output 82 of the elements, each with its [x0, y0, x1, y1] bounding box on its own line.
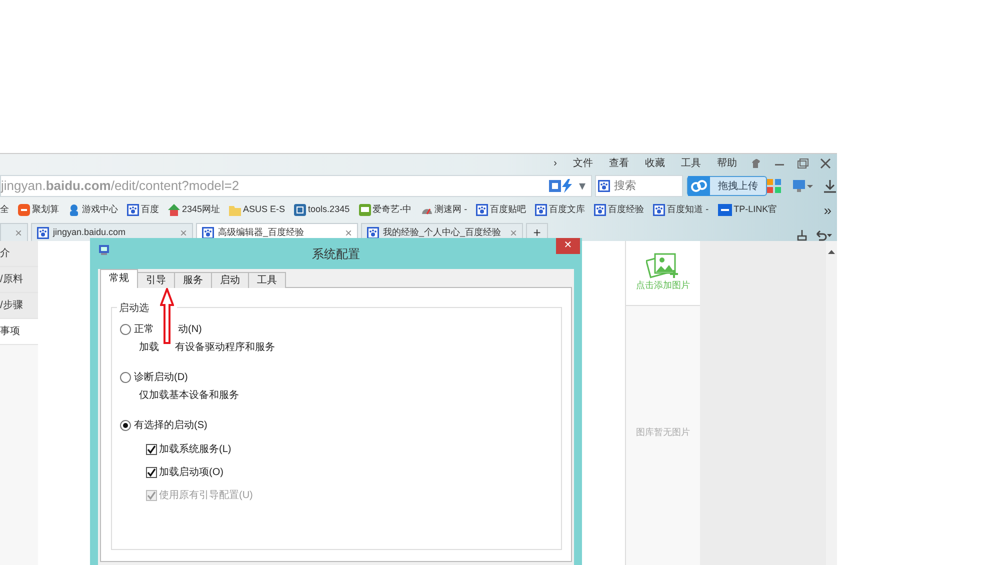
radio-button[interactable]	[120, 324, 131, 334]
radio-label: 正常	[134, 322, 154, 336]
dialog-tab[interactable]: 服务	[174, 272, 212, 288]
upload-button[interactable]: 拖拽上传	[687, 176, 767, 196]
paw-icon	[367, 226, 379, 238]
bookmark-link[interactable]: 百度知道 -	[653, 203, 709, 217]
radio-label: 有选择的启动(S)	[134, 418, 208, 432]
square-icon	[294, 204, 306, 216]
scroll-up-icon[interactable]	[826, 248, 837, 256]
square-icon	[718, 204, 732, 216]
lightning-icon[interactable]	[561, 179, 574, 193]
paw-icon	[653, 204, 666, 216]
address-field[interactable]: jingyan.baidu.com/edit/content?model=2 ▾	[0, 175, 592, 197]
paw-icon	[202, 226, 214, 238]
cloud-icon	[688, 176, 710, 196]
sidebar-item[interactable]: 事项	[0, 319, 38, 345]
sidebar-item[interactable]: 介	[0, 241, 38, 267]
radio-label: 动(N)	[178, 322, 202, 336]
bookmark-link[interactable]: tools.2345	[294, 203, 350, 217]
monitor-icon	[98, 244, 110, 256]
chevron-button[interactable]: ›	[546, 156, 565, 171]
bookmark-link[interactable]: TP-LINK官	[718, 203, 778, 217]
dialog-tab[interactable]: 工具	[248, 272, 286, 288]
menu-item[interactable]: 收藏	[637, 156, 673, 171]
download-icon[interactable]	[823, 179, 837, 193]
radio-button[interactable]	[120, 420, 131, 430]
empty-gallery-text: 图库暂无图片	[635, 426, 691, 439]
close-button[interactable]: ✕	[556, 238, 580, 254]
bookmark-link[interactable]: 游戏中心	[68, 203, 118, 217]
dialog-tab[interactable]: 启动	[211, 272, 249, 288]
paw-icon	[37, 226, 49, 238]
stamp-icon[interactable]	[796, 229, 808, 241]
folder-icon	[229, 204, 242, 216]
radio-button[interactable]	[120, 372, 131, 382]
dropdown-button[interactable]: ▾	[573, 176, 591, 196]
bookmark-link[interactable]: 百度经验	[594, 203, 644, 217]
tv-icon	[358, 204, 371, 216]
scrollbar[interactable]	[826, 241, 837, 565]
sidebar-item[interactable]: /原料	[0, 267, 38, 293]
dialog-tab[interactable]: 常规	[100, 269, 138, 288]
bookmark-link[interactable]: 爱奇艺-中	[358, 203, 412, 217]
checkbox[interactable]	[146, 466, 157, 478]
undo-icon[interactable]	[814, 229, 832, 241]
paw-icon	[535, 204, 548, 216]
paw-icon	[476, 204, 488, 216]
checkbox[interactable]	[146, 444, 157, 454]
image-add-icon	[646, 253, 680, 280]
menu-item[interactable]: 工具	[673, 156, 709, 171]
figure-icon	[68, 204, 80, 216]
option-description: 加载	[139, 340, 159, 355]
bookmark-link[interactable]: 百度贴吧	[476, 203, 526, 217]
checkbox-label: 使用原有引导配置(U)	[159, 488, 253, 502]
search-field[interactable]: 搜索	[595, 175, 683, 197]
close-tab-button[interactable]: ×	[344, 224, 352, 241]
menu-item[interactable]: 文件	[565, 156, 601, 171]
sidebar-item[interactable]: /步骤	[0, 293, 38, 319]
bookmark-link[interactable]: ASUS E-S	[229, 203, 286, 217]
bookmark-link[interactable]: 测速网 -	[420, 203, 468, 217]
bookmark-link[interactable]: 聚划算	[18, 203, 59, 217]
paw-icon	[598, 180, 610, 192]
option-description: 有设备驱动程序和服务	[175, 340, 275, 355]
paw-icon	[127, 204, 139, 216]
house-icon	[168, 204, 180, 216]
checkbox-label: 加载启动项(O)	[159, 466, 224, 480]
bookmark-link[interactable]: 百度文库	[535, 203, 586, 217]
bookmark-link[interactable]: 2345网址	[168, 203, 220, 217]
group-label: 启动选	[119, 302, 149, 316]
check-icon	[147, 468, 156, 476]
dialog-title: 系统配置	[312, 246, 360, 262]
menu-item[interactable]: 帮助	[709, 156, 745, 171]
bookmark-link[interactable]: 百度	[127, 203, 159, 217]
option-description: 仅加载基本设备和服务	[139, 388, 239, 403]
menu-item[interactable]: 查看	[601, 156, 637, 171]
radio-label: 诊断启动(D)	[134, 370, 188, 384]
paw-icon	[594, 204, 606, 216]
dialog-tab[interactable]: 引导	[137, 272, 175, 288]
bookmark-link[interactable]: 全	[0, 203, 9, 217]
check-icon	[147, 444, 156, 454]
monitor-icon[interactable]	[791, 179, 813, 193]
checkbox-label: 加载系统服务(L)	[159, 442, 232, 456]
more-bookmarks-button[interactable]: »	[824, 200, 832, 220]
apps-icon[interactable]	[767, 179, 781, 193]
